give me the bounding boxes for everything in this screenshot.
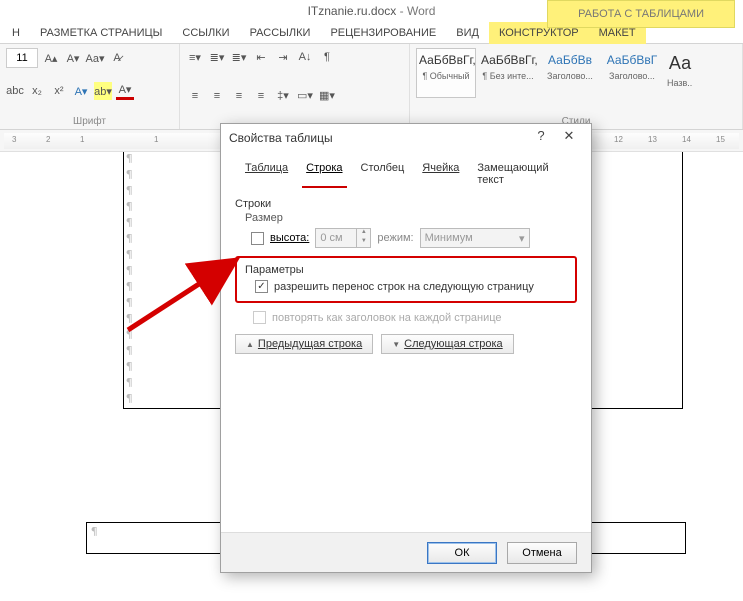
triangle-up-icon: ▲ [246, 340, 254, 349]
change-case-icon[interactable]: Aa▾ [86, 49, 104, 67]
style-no-spacing[interactable]: АаБбВвГг, ¶ Без инте... [478, 48, 538, 98]
height-spinbox[interactable]: 0 см ▲▼ [315, 228, 371, 248]
spin-up-icon[interactable]: ▲ [356, 229, 370, 238]
tab-cell[interactable]: Ячейка [418, 160, 463, 188]
shrink-font-icon[interactable]: A▾ [64, 49, 82, 67]
increase-indent-icon[interactable]: ⇥ [274, 48, 292, 66]
style-normal[interactable]: АаБбВвГг, ¶ Обычный [416, 48, 476, 98]
height-checkbox[interactable] [251, 232, 264, 245]
app-name: Word [407, 4, 435, 18]
font-size-select[interactable] [6, 48, 38, 68]
next-row-button[interactable]: ▼ Следующая строка [381, 334, 513, 354]
line-spacing-icon[interactable]: ‡▾ [274, 87, 292, 105]
tab-row[interactable]: Строка [302, 160, 346, 188]
document-name: ITznanie.ru.docx [308, 4, 397, 18]
allow-row-break-checkbox[interactable] [255, 280, 268, 293]
borders-icon[interactable]: ▦▾ [318, 87, 336, 105]
parameters-highlight-box: Параметры разрешить перенос строк на сле… [235, 256, 577, 303]
tab-references[interactable]: ССЫЛКИ [172, 22, 239, 44]
help-button[interactable]: ? [527, 128, 555, 148]
subscript-icon[interactable]: x₂ [28, 82, 46, 100]
tab-mailings[interactable]: РАССЫЛКИ [240, 22, 321, 44]
style-heading2[interactable]: АаБбВвГ Заголово... [602, 48, 662, 98]
dialog-tabs: Таблица Строка Столбец Ячейка Замещающий… [235, 160, 577, 188]
highlight-icon[interactable]: ab▾ [94, 82, 112, 100]
tab-column[interactable]: Столбец [357, 160, 409, 188]
rows-section-label: Строки [235, 198, 577, 210]
bullets-icon[interactable]: ≡▾ [186, 48, 204, 66]
title-bar: ITznanie.ru.docx - Word РАБОТА С ТАБЛИЦА… [0, 0, 743, 22]
text-effects-icon[interactable]: A▾ [72, 82, 90, 100]
tab-view[interactable]: ВИД [446, 22, 489, 44]
parameters-label: Параметры [245, 264, 567, 276]
superscript-icon[interactable]: x² [50, 82, 68, 100]
allow-row-break-label: разрешить перенос строк на следующую стр… [274, 281, 534, 293]
tab-alt-text[interactable]: Замещающий текст [473, 160, 577, 188]
mode-label: режим: [377, 232, 413, 244]
dialog-footer: ОК Отмена [221, 532, 591, 572]
spin-down-icon[interactable]: ▼ [356, 238, 370, 247]
close-button[interactable]: ✕ [555, 128, 583, 148]
mode-combo[interactable]: Минимум ▾ [420, 228, 530, 248]
align-right-icon[interactable]: ≡ [230, 87, 248, 105]
strikethrough-icon[interactable]: abc [6, 82, 24, 100]
dialog-title: Свойства таблицы [229, 131, 333, 145]
grow-font-icon[interactable]: A▴ [42, 49, 60, 67]
ribbon: A▴ A▾ Aa▾ A̷ abc x₂ x² A▾ ab▾ A▾ Шрифт ≡… [0, 44, 743, 130]
sort-icon[interactable]: A↓ [296, 48, 314, 66]
cancel-button[interactable]: Отмена [507, 542, 577, 564]
repeat-header-checkbox [253, 311, 266, 324]
decrease-indent-icon[interactable]: ⇤ [252, 48, 270, 66]
justify-icon[interactable]: ≡ [252, 87, 270, 105]
font-color-icon[interactable]: A▾ [116, 82, 134, 100]
style-heading1[interactable]: АаБбВв Заголово... [540, 48, 600, 98]
tab-review[interactable]: РЕЦЕНЗИРОВАНИЕ [320, 22, 446, 44]
clear-formatting-icon[interactable]: A̷ [108, 49, 126, 67]
align-center-icon[interactable]: ≡ [208, 87, 226, 105]
table-tools-context-label: РАБОТА С ТАБЛИЦАМИ [547, 0, 735, 28]
tab-page-layout[interactable]: РАЗМЕТКА СТРАНИЦЫ [30, 22, 172, 44]
style-title[interactable]: Аа Назв... [664, 48, 696, 98]
show-marks-icon[interactable]: ¶ [318, 48, 336, 66]
numbering-icon[interactable]: ≣▾ [208, 48, 226, 66]
size-label: Размер [245, 212, 577, 224]
multilevel-list-icon[interactable]: ≣▾ [230, 48, 248, 66]
tab-home-cut[interactable]: Н [2, 22, 30, 44]
dialog-titlebar[interactable]: Свойства таблицы ? ✕ [221, 124, 591, 152]
tab-table[interactable]: Таблица [241, 160, 292, 188]
chevron-down-icon: ▾ [519, 232, 525, 245]
align-left-icon[interactable]: ≡ [186, 87, 204, 105]
ok-button[interactable]: ОК [427, 542, 497, 564]
height-label: высота: [270, 232, 309, 244]
previous-row-button[interactable]: ▲ Предыдущая строка [235, 334, 373, 354]
table-properties-dialog: Свойства таблицы ? ✕ Таблица Строка Стол… [220, 123, 592, 573]
repeat-header-label: повторять как заголовок на каждой страни… [272, 312, 502, 324]
triangle-down-icon: ▼ [392, 340, 400, 349]
shading-icon[interactable]: ▭▾ [296, 87, 314, 105]
group-font-label: Шрифт [6, 116, 173, 127]
